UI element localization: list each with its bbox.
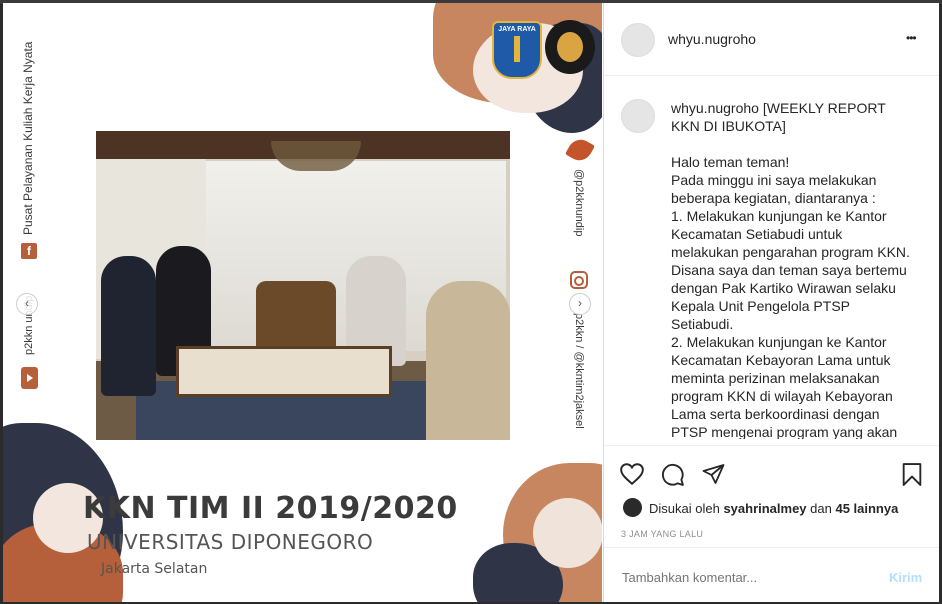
bookmark-icon[interactable] xyxy=(901,462,923,487)
comment-input[interactable] xyxy=(620,566,864,588)
post-title-sub: UNIVERSITAS DIPONEGORO xyxy=(87,530,374,554)
likes-user[interactable]: syahrinalmey xyxy=(723,501,806,516)
post-modal: JAYA RAYA Pusat Pelayanan Kuliah Kerja N… xyxy=(3,3,939,602)
caption-username[interactable]: whyu.nugroho xyxy=(671,100,759,116)
next-image-button[interactable]: › xyxy=(569,293,591,315)
prev-image-button[interactable]: ‹ xyxy=(16,293,38,315)
instagram-icon xyxy=(570,271,588,289)
photo-table xyxy=(176,346,392,397)
post-media: JAYA RAYA Pusat Pelayanan Kuliah Kerja N… xyxy=(3,3,602,602)
post-timestamp[interactable]: 3 JAM YANG LALU xyxy=(621,529,703,539)
photo-person-1 xyxy=(101,256,156,396)
likes-text: Disukai oleh syahrinalmey dan 45 lainnya xyxy=(649,501,898,516)
bird-logo-icon xyxy=(564,134,596,166)
avatar[interactable] xyxy=(621,23,655,57)
post-side-panel: whyu.nugroho ••• whyu.nugroho [WEEKLY RE… xyxy=(603,3,939,602)
caption-body: Halo teman teman! Pada minggu ini saya m… xyxy=(671,154,910,439)
decor-blob-bottom-right-light xyxy=(533,498,602,568)
facebook-icon: f xyxy=(21,243,37,259)
undip-logo xyxy=(545,20,595,74)
header-username[interactable]: whyu.nugroho xyxy=(668,31,756,47)
share-icon[interactable] xyxy=(701,462,726,486)
undip-emblem-icon xyxy=(557,32,583,62)
post-actions: Disukai oleh syahrinalmey dan 45 lainnya… xyxy=(604,445,939,554)
overlay-right-handle-bottom: p2kkn / @kkntim2jaksel xyxy=(573,313,585,429)
caption-text: whyu.nugroho [WEEKLY REPORT KKN DI IBUKO… xyxy=(671,99,911,439)
like-heart-icon[interactable] xyxy=(619,462,645,486)
post-title-location: Jakarta Selatan xyxy=(101,561,208,577)
caption-avatar[interactable] xyxy=(621,99,655,133)
monument-icon xyxy=(514,36,520,62)
post-comment-button[interactable]: Kirim xyxy=(889,570,922,585)
post-title-main: KKN TIM II 2019/2020 xyxy=(83,491,458,526)
comment-bar: Kirim xyxy=(604,547,939,602)
likes-mid: dan xyxy=(806,501,836,516)
comment-icon[interactable] xyxy=(660,462,685,487)
overlay-vertical-left-text: Pusat Pelayanan Kuliah Kerja Nyata xyxy=(21,41,35,235)
youtube-icon xyxy=(21,367,38,389)
post-header: whyu.nugroho ••• xyxy=(604,3,939,76)
likes-prefix: Disukai oleh xyxy=(649,501,724,516)
meeting-photo xyxy=(96,131,510,440)
jakarta-logo: JAYA RAYA xyxy=(492,21,542,79)
likes-count[interactable]: 45 lainnya xyxy=(835,501,898,516)
more-options-icon[interactable]: ••• xyxy=(906,31,917,45)
liker-avatar[interactable] xyxy=(623,498,642,517)
jakarta-logo-text: JAYA RAYA xyxy=(498,26,536,33)
photo-person-4 xyxy=(426,281,510,440)
overlay-right-handle-top: @p2kknundip xyxy=(573,169,585,237)
